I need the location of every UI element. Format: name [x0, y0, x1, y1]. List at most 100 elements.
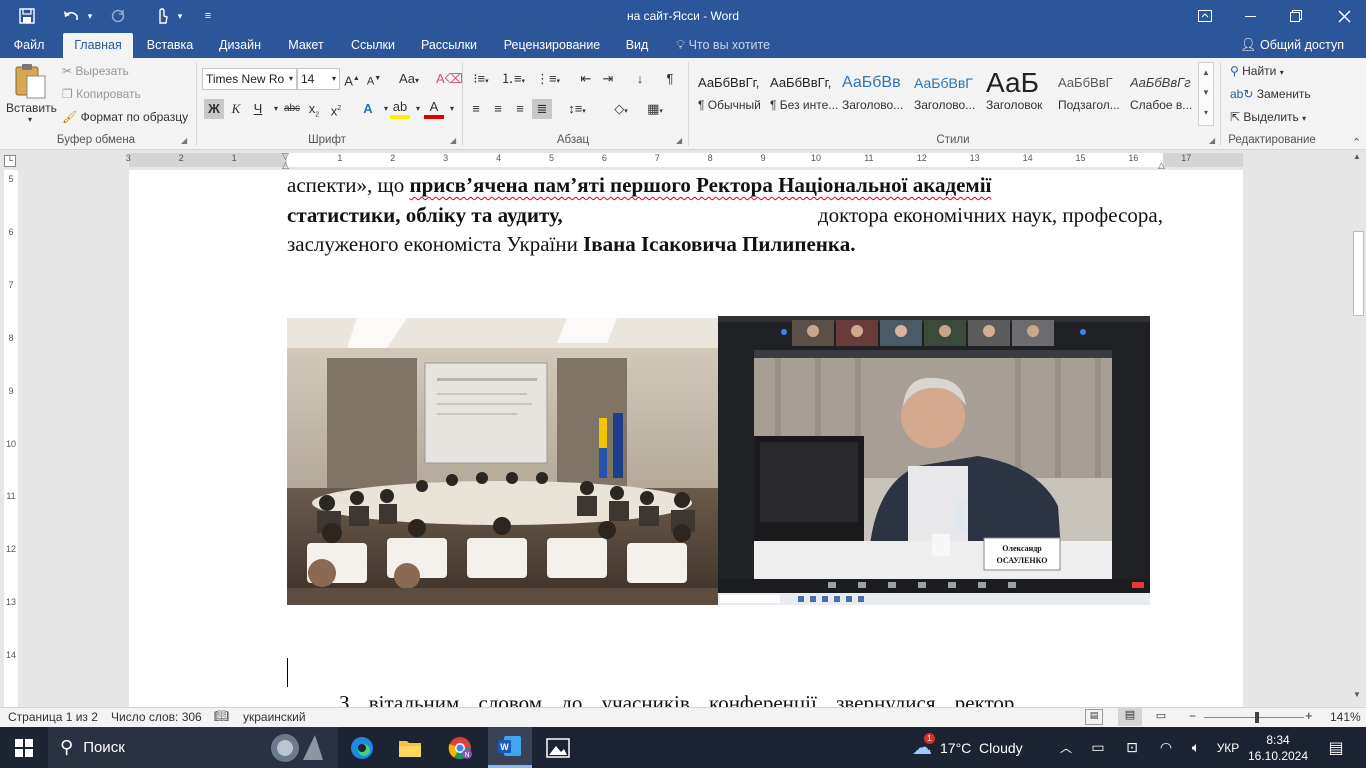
select-button[interactable]: ⇱ Выделить ▾ — [1230, 110, 1306, 124]
change-case-icon[interactable]: Aa▾ — [394, 69, 424, 89]
find-button[interactable]: ⚲ Найти ▾ — [1230, 64, 1284, 78]
copy-button[interactable]: ❐ Копировать — [62, 87, 141, 101]
tab-references[interactable]: Ссылки — [344, 33, 402, 58]
text-effects-icon[interactable]: A — [358, 99, 378, 119]
show-formatting-icon[interactable]: ¶ — [660, 69, 680, 89]
styles-launcher-icon[interactable]: ◢ — [1209, 136, 1215, 145]
scroll-thumb[interactable] — [1353, 231, 1364, 316]
input-language[interactable]: УКР — [1212, 727, 1244, 768]
proofing-icon[interactable]: 📖︎ — [214, 709, 229, 723]
superscript-icon[interactable]: x2 — [326, 99, 346, 119]
close-icon[interactable] — [1326, 0, 1362, 32]
font-size-select[interactable]: 14 ▾ — [297, 68, 340, 90]
style-normal[interactable]: АаБбВвГг, ¶ Обычный — [698, 68, 770, 120]
paste-dropdown-icon[interactable]: ▾ — [6, 115, 54, 124]
format-painter-button[interactable]: 🖌︎ Формат по образцу — [62, 110, 188, 124]
share-button[interactable]: 👤︎ Общий доступ — [1240, 33, 1352, 58]
paste-button[interactable]: Вставить ▾ — [6, 62, 57, 132]
language-indicator[interactable]: украинский — [243, 710, 306, 724]
read-mode-icon[interactable]: ▤ — [1085, 709, 1103, 725]
style-subtle-emphasis[interactable]: АаБбВвГг Слабое в... — [1130, 68, 1202, 120]
shading-icon[interactable]: ◇▾ — [606, 99, 636, 119]
tab-insert[interactable]: Вставка — [140, 33, 200, 58]
undo-icon[interactable] — [58, 0, 84, 32]
underline-button[interactable]: Ч — [248, 99, 268, 119]
tab-view[interactable]: Вид — [618, 33, 656, 58]
minimize-icon[interactable] — [1232, 0, 1268, 32]
undo-dropdown-icon[interactable]: ▾ — [84, 0, 96, 32]
highlight-icon[interactable]: ab — [390, 99, 410, 119]
document-page[interactable]: аспекти», що присв’ячена пам’яті першого… — [129, 170, 1243, 707]
tab-file[interactable]: Файл — [6, 33, 52, 58]
tab-review[interactable]: Рецензирование — [498, 33, 606, 58]
edge-icon[interactable] — [340, 727, 384, 768]
style-no-spacing[interactable]: АаБбВвГг, ¶ Без инте... — [770, 68, 842, 120]
clear-formatting-icon[interactable]: A⌫ — [436, 69, 463, 89]
zoom-in-icon[interactable]: + — [1305, 708, 1313, 723]
chevron-up-icon[interactable]: ︿ — [1056, 727, 1076, 768]
multilevel-list-icon[interactable]: ⋮≡▾ — [534, 69, 562, 89]
borders-icon[interactable]: ▦▾ — [640, 99, 670, 119]
video-conference-screenshot[interactable]: Олександр ОСАУЛЕНКО — [718, 316, 1150, 605]
italic-button[interactable]: К — [226, 99, 246, 119]
file-explorer-icon[interactable] — [388, 727, 432, 768]
tell-me-box[interactable]: 💡︎ Что вы хотите сделать? — [676, 33, 826, 76]
weather-widget[interactable]: ☁ 1 17°C Cloudy — [912, 727, 1030, 768]
cut-button[interactable]: ✂ Вырезать — [62, 64, 129, 78]
wifi-icon[interactable]: ◠ — [1154, 727, 1178, 768]
font-name-select[interactable]: Times New Ro ▾ — [202, 68, 297, 90]
style-title[interactable]: АаБ Заголовок — [986, 68, 1058, 120]
clock[interactable]: 8:34 16.10.2024 — [1246, 727, 1310, 768]
style-heading-1[interactable]: АаБбВв Заголово... — [842, 68, 914, 120]
justify-icon[interactable]: ≣ — [532, 99, 552, 119]
grow-font-icon[interactable]: A▲ — [342, 69, 362, 89]
taskbar-search[interactable]: ⚲ Поиск — [48, 727, 338, 768]
horizontal-ruler[interactable]: └ 3 2 1 1 2 3 4 5 6 7 8 9 10 11 12 13 14 15 16 17 ▽ △ △ — [0, 150, 1366, 170]
ribbon-display-options-icon[interactable] — [1190, 0, 1220, 32]
zoom-slider-thumb[interactable] — [1255, 712, 1259, 723]
word-taskbar-icon[interactable]: W — [488, 727, 532, 768]
align-right-icon[interactable]: ≡ — [510, 99, 530, 119]
replace-button[interactable]: ab↻ Заменить — [1230, 87, 1311, 101]
font-color-icon[interactable]: A — [424, 99, 444, 119]
align-center-icon[interactable]: ≡ — [488, 99, 508, 119]
tab-mailings[interactable]: Рассылки — [414, 33, 484, 58]
vertical-ruler[interactable]: 5 6 7 8 9 10 11 12 13 14 — [0, 170, 22, 707]
font-launcher-icon[interactable]: ◢ — [450, 136, 456, 145]
increase-indent-icon[interactable]: ⇥ — [598, 69, 618, 89]
start-button[interactable] — [0, 727, 48, 768]
redo-icon[interactable] — [106, 0, 130, 32]
vertical-scrollbar[interactable]: ▲ ▼ — [1350, 150, 1366, 707]
numbering-icon[interactable]: ⒈≡▾ — [500, 69, 526, 89]
decrease-indent-icon[interactable]: ⇤ — [576, 69, 596, 89]
print-layout-icon[interactable]: ▤ — [1118, 708, 1142, 726]
save-icon[interactable] — [14, 0, 40, 32]
zoom-out-icon[interactable]: − — [1189, 709, 1196, 723]
customize-toolbar-icon[interactable]: ≡ — [200, 0, 216, 32]
photos-icon[interactable] — [536, 727, 580, 768]
tab-design[interactable]: Дизайн — [210, 33, 270, 58]
page-count[interactable]: Страница 1 из 2 — [8, 710, 98, 724]
clipboard-launcher-icon[interactable]: ◢ — [181, 136, 187, 145]
zoom-level[interactable]: 141% — [1330, 710, 1361, 724]
styles-scroll[interactable]: ▲ ▼ ▾ — [1198, 62, 1214, 126]
volume-icon[interactable]: 🔈︎ — [1184, 727, 1208, 768]
conference-hall-photo[interactable] — [287, 318, 718, 605]
touch-dropdown-icon[interactable]: ▾ — [174, 0, 186, 32]
scroll-down-icon[interactable]: ▼ — [1353, 690, 1361, 699]
paragraph-launcher-icon[interactable]: ◢ — [676, 136, 682, 145]
collapse-ribbon-icon[interactable]: ⌃ — [1352, 136, 1361, 149]
scroll-up-icon[interactable]: ▲ — [1353, 152, 1361, 161]
chrome-icon[interactable]: N — [438, 727, 482, 768]
line-spacing-icon[interactable]: ↕≡▾ — [562, 99, 592, 119]
style-subtitle[interactable]: АаБбВвГ Подзагол... — [1058, 68, 1130, 120]
touch-mode-icon[interactable] — [150, 0, 174, 32]
word-count[interactable]: Число слов: 306 — [111, 710, 202, 724]
strikethrough-button[interactable]: abc — [282, 99, 302, 119]
web-layout-icon[interactable]: ▭ — [1152, 709, 1170, 725]
style-heading-2[interactable]: АаБбВвГ Заголово... — [914, 68, 986, 120]
subscript-icon[interactable]: x2 — [304, 99, 324, 119]
tab-layout[interactable]: Макет — [278, 33, 334, 58]
action-center-icon[interactable]: ▤ — [1318, 727, 1354, 768]
font-color-dropdown-icon[interactable]: ▾ — [442, 99, 462, 119]
